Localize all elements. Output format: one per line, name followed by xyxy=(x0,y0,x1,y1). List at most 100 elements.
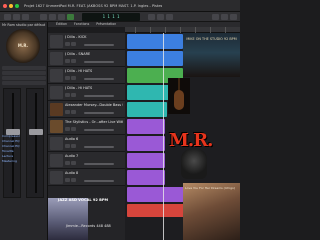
solo-button[interactable] xyxy=(71,161,76,165)
editors-button[interactable] xyxy=(212,14,219,20)
solo-button[interactable] xyxy=(71,76,76,80)
track-name[interactable]: J Dilla - Hi HATS xyxy=(65,86,123,90)
audio-region[interactable] xyxy=(127,34,183,49)
track-icon xyxy=(50,69,63,82)
mute-button[interactable] xyxy=(65,110,70,114)
track-header[interactable]: The Stylistics - Or...after Live With Me xyxy=(48,118,125,135)
track-name[interactable]: Audio 7 xyxy=(65,154,123,158)
track-icon xyxy=(50,86,63,99)
audio-region[interactable] xyxy=(127,136,165,151)
forward-button[interactable] xyxy=(49,14,56,20)
play-button[interactable] xyxy=(67,14,74,20)
title-bar: Projet 1627 UnmeetPod M.R. FEAT. JAKBOSS… xyxy=(0,0,240,12)
close-window-button[interactable] xyxy=(3,3,7,8)
track-volume-slider[interactable] xyxy=(84,129,114,131)
track-volume-slider[interactable] xyxy=(84,180,114,182)
track-header[interactable]: Audio 7 xyxy=(48,152,125,169)
mute-button[interactable] xyxy=(65,42,70,46)
audio-region[interactable] xyxy=(127,51,183,66)
track-header[interactable]: J Dilla - SNARE xyxy=(48,50,125,67)
control-bar: 1 1 1 1 xyxy=(0,12,240,22)
library-button[interactable] xyxy=(4,14,11,20)
audio-region[interactable] xyxy=(127,119,165,134)
track-icon xyxy=(50,120,63,133)
track-volume-slider[interactable] xyxy=(84,61,114,63)
jazz-vocal-photo xyxy=(48,198,88,240)
menu-edit[interactable]: Édition xyxy=(56,22,67,27)
solo-button[interactable] xyxy=(71,42,76,46)
list-editors-button[interactable] xyxy=(221,14,228,20)
inspector-panel: Mr Rom studio par défaut M.R. Compressor… xyxy=(0,22,48,240)
track-volume-slider[interactable] xyxy=(84,112,114,114)
track-icon xyxy=(50,137,63,150)
track-name[interactable]: The Stylistics - Or...after Live With Me xyxy=(65,120,123,124)
window-title: Projet 1627 UnmeetPod M.R. FEAT. JAKBOSS… xyxy=(24,3,163,8)
track-volume-slider[interactable] xyxy=(84,44,114,46)
track-header[interactable]: Audio 6 xyxy=(48,135,125,152)
fader-track xyxy=(35,93,37,193)
cycle-button[interactable] xyxy=(148,14,155,20)
jazz-region-label: Jimmie...Records 448 488 xyxy=(66,224,111,228)
mute-button[interactable] xyxy=(65,93,70,97)
double-bass-photo xyxy=(168,78,190,114)
solo-button[interactable] xyxy=(71,127,76,131)
solo-button[interactable] xyxy=(71,144,76,148)
track-name[interactable]: J Dilla - SNARE xyxy=(65,52,123,56)
metronome-button[interactable] xyxy=(166,14,173,20)
mute-button[interactable] xyxy=(65,76,70,80)
album-cover-text: MIKE ON THE STUDIO 92 BPM xyxy=(186,37,237,41)
track-header[interactable]: Alexander Mursey...Double Bass Solo xyxy=(48,101,125,118)
playhead[interactable] xyxy=(163,33,164,240)
channel-strip-right xyxy=(26,88,44,198)
plugin-item[interactable]: Mastering xyxy=(2,159,26,164)
audio-fx-slot[interactable] xyxy=(2,81,46,85)
track-icon xyxy=(50,154,63,167)
gorilla-icon xyxy=(181,149,207,179)
mute-button[interactable] xyxy=(65,59,70,63)
track-icon xyxy=(50,52,63,65)
rewind-button[interactable] xyxy=(40,14,47,20)
solo-button[interactable] xyxy=(71,59,76,63)
track-name[interactable]: Audio 8 xyxy=(65,171,123,175)
track-volume-slider[interactable] xyxy=(84,78,114,80)
solo-button[interactable] xyxy=(71,178,76,182)
toolbar-button[interactable] xyxy=(22,14,29,20)
audio-region[interactable] xyxy=(127,102,167,117)
mute-button[interactable] xyxy=(65,161,70,165)
inspector-button[interactable] xyxy=(13,14,20,20)
eq-slot[interactable] xyxy=(2,71,46,75)
zoom-window-button[interactable] xyxy=(15,3,19,8)
track-volume-slider[interactable] xyxy=(84,163,114,165)
minimize-window-button[interactable] xyxy=(9,3,13,8)
solo-button[interactable] xyxy=(71,110,76,114)
track-name[interactable]: Audio 6 xyxy=(65,137,123,141)
track-name[interactable]: J Dilla - HI HATS xyxy=(65,69,123,73)
logo-text: M.R. xyxy=(17,43,29,48)
audio-region[interactable] xyxy=(127,153,165,168)
mute-button[interactable] xyxy=(65,127,70,131)
mute-button[interactable] xyxy=(65,178,70,182)
menu-view[interactable]: Présentation xyxy=(96,22,116,27)
inspector-title: Mr Rom studio par défaut xyxy=(2,23,46,27)
audio-region[interactable] xyxy=(127,170,165,185)
volume-fader[interactable] xyxy=(29,129,43,135)
solo-button[interactable] xyxy=(71,93,76,97)
lcd-display[interactable]: 1 1 1 1 xyxy=(82,13,140,21)
menu-functions[interactable]: Fonctions xyxy=(74,22,89,27)
album-cover-2: Love You For Her Dreams (Ichigo) xyxy=(183,183,240,240)
mute-button[interactable] xyxy=(65,144,70,148)
track-header[interactable]: Audio 8 xyxy=(48,169,125,186)
track-name[interactable]: Alexander Mursey...Double Bass Solo xyxy=(65,103,123,107)
track-header[interactable]: J Dilla - Hi HATS xyxy=(48,84,125,101)
track-header[interactable]: J Dilla - HI HATS xyxy=(48,67,125,84)
browsers-button[interactable] xyxy=(230,14,237,20)
track-volume-slider[interactable] xyxy=(84,146,114,148)
track-header[interactable]: J Dilla - KICK xyxy=(48,33,125,50)
tuner-button[interactable] xyxy=(157,14,164,20)
track-volume-slider[interactable] xyxy=(84,95,114,97)
setting-slot[interactable] xyxy=(2,66,46,70)
input-slot[interactable] xyxy=(2,76,46,80)
track-name[interactable]: J Dilla - KICK xyxy=(65,35,123,39)
stop-button[interactable] xyxy=(58,14,65,20)
jazz-track-title: JAZZ ASD VOCAL 92 BPM xyxy=(58,198,109,202)
